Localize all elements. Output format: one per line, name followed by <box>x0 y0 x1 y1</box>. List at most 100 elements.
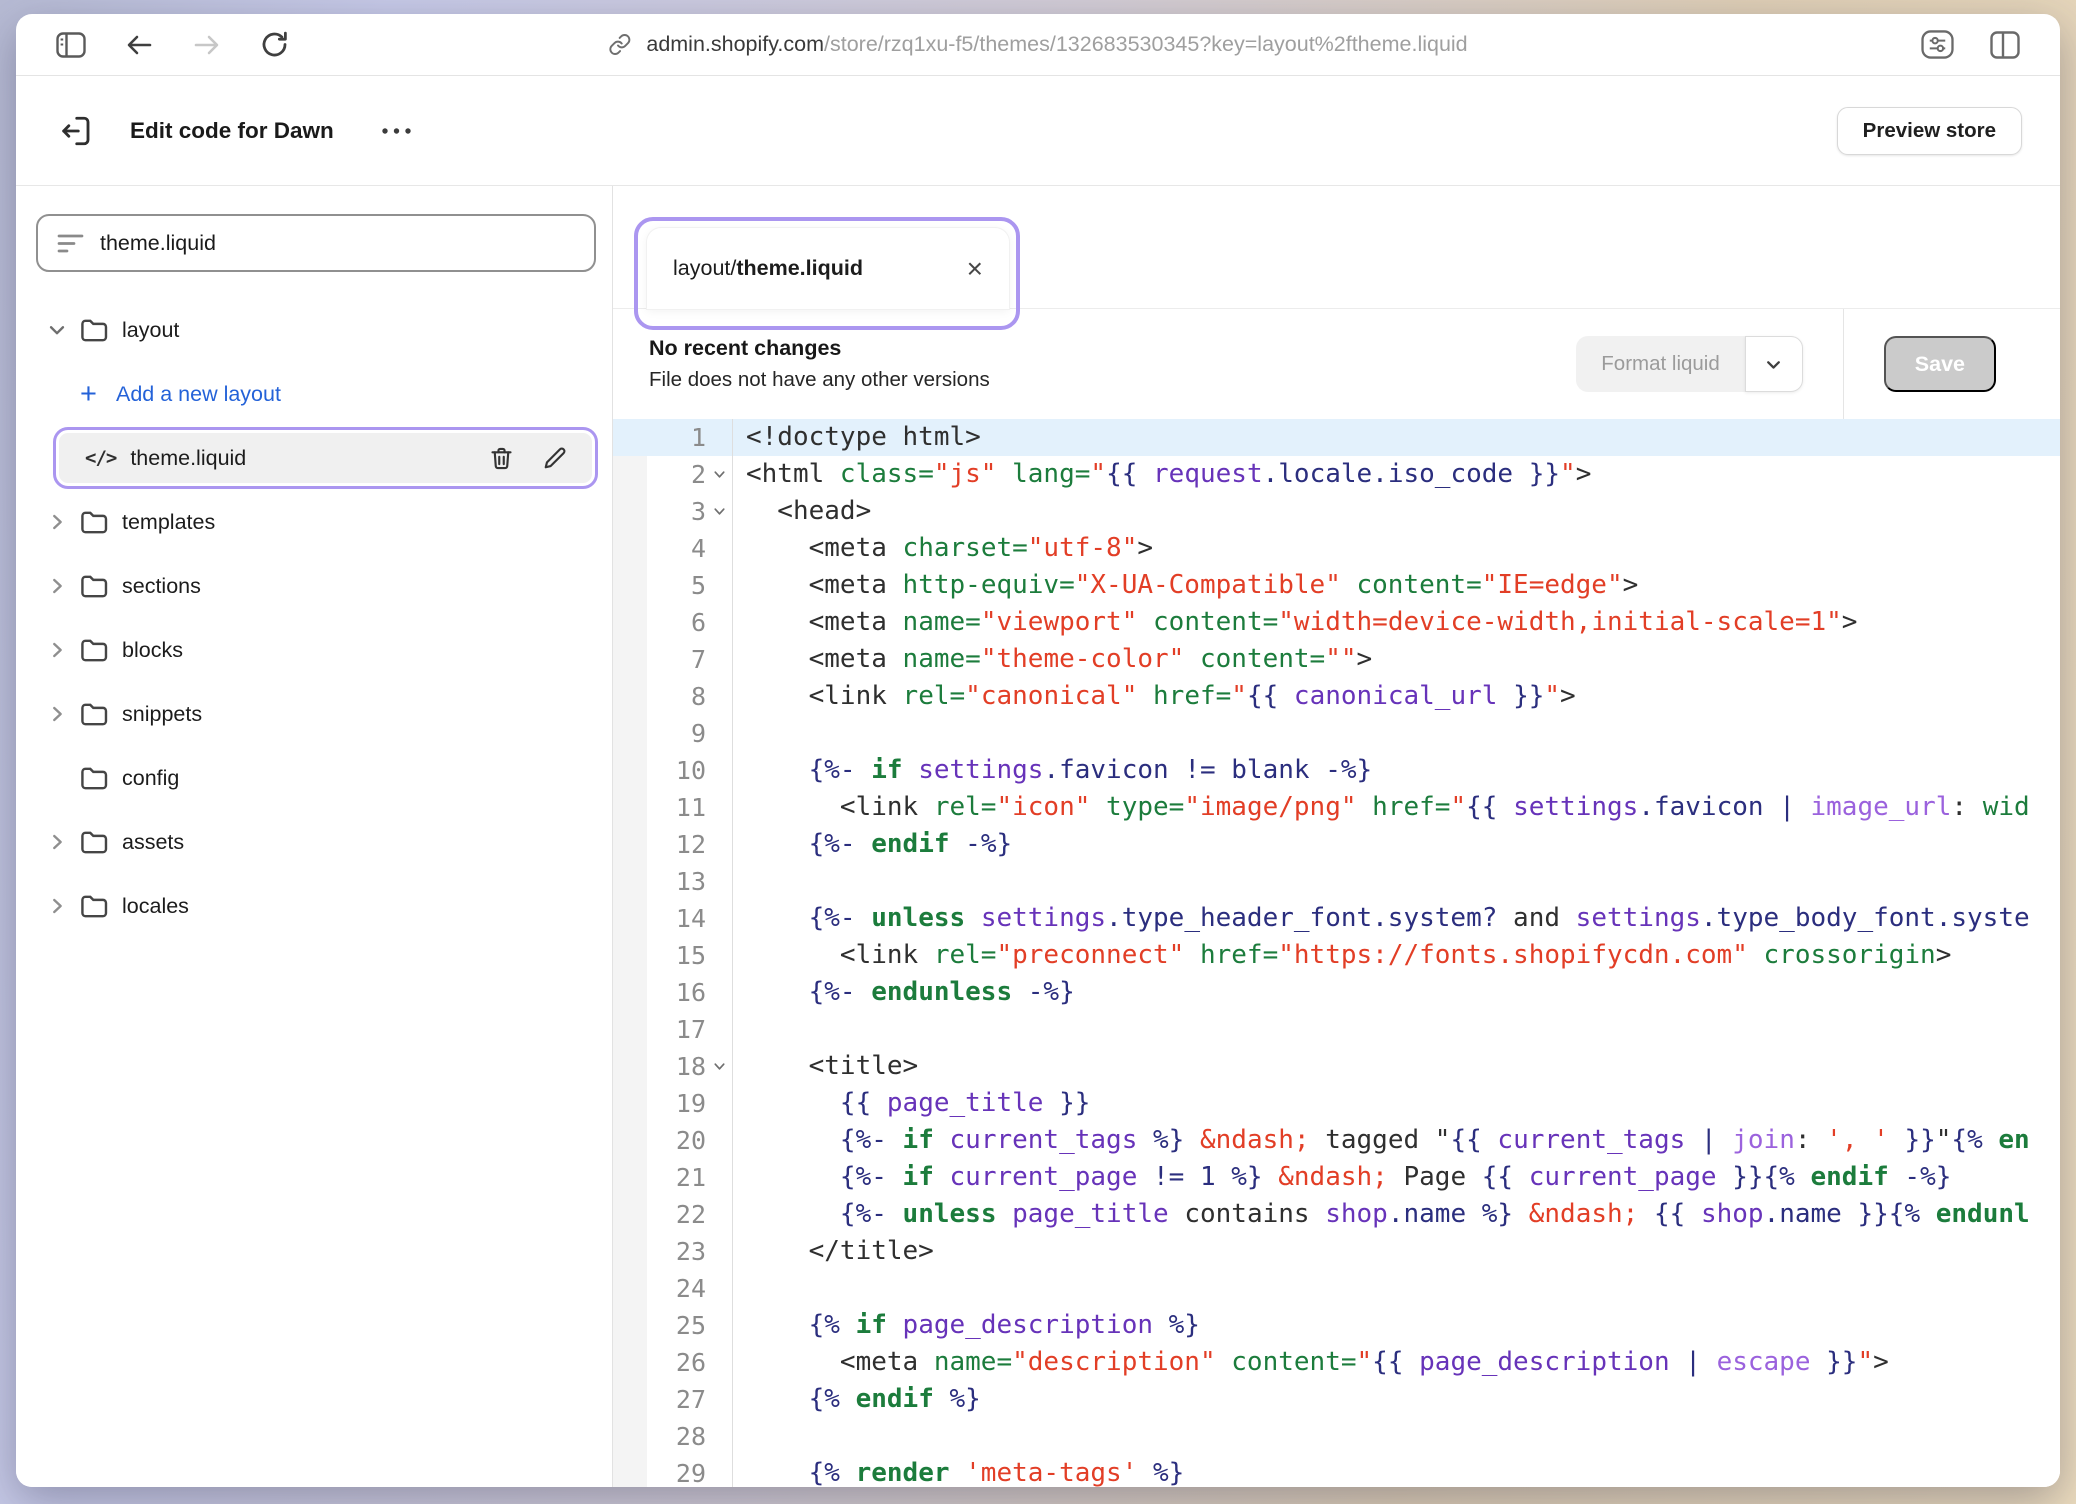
code-line-19[interactable]: 19 {{ page_title }} <box>613 1085 2060 1122</box>
code-line-22[interactable]: 22 {%- unless page_title contains shop.n… <box>613 1196 2060 1233</box>
close-tab-icon[interactable]: × <box>967 255 983 283</box>
sidebar-toggle-icon[interactable] <box>56 32 86 58</box>
line-number: 15 <box>647 937 706 974</box>
code-line-9[interactable]: 9 <box>613 715 2060 752</box>
chevron-right-icon[interactable] <box>46 703 80 725</box>
code-line-28[interactable]: 28 <box>613 1418 2060 1455</box>
format-liquid-button[interactable]: Format liquid <box>1576 336 1745 392</box>
exit-editor-icon[interactable] <box>58 113 94 149</box>
code-text: {{ page_title }} <box>733 1085 1090 1122</box>
split-view-icon[interactable] <box>1990 31 2020 59</box>
code-line-27[interactable]: 27 {% endif %} <box>613 1381 2060 1418</box>
gutter-margin <box>613 1270 647 1307</box>
code-line-5[interactable]: 5 <meta http-equiv="X-UA-Compatible" con… <box>613 567 2060 604</box>
chevron-right-icon[interactable] <box>46 511 80 533</box>
fold-spacer <box>706 1159 733 1196</box>
code-editor[interactable]: 1<!doctype html>2<html class="js" lang="… <box>613 419 2060 1487</box>
sidebar-item-locales[interactable]: locales <box>16 874 612 938</box>
file-search-box[interactable] <box>36 214 596 272</box>
sidebar-item-snippets[interactable]: snippets <box>16 682 612 746</box>
code-line-20[interactable]: 20 {%- if current_tags %} &ndash; tagged… <box>613 1122 2060 1159</box>
code-line-6[interactable]: 6 <meta name="viewport" content="width=d… <box>613 604 2060 641</box>
code-line-12[interactable]: 12 {%- endif -%} <box>613 826 2060 863</box>
delete-file-icon[interactable] <box>488 445 515 472</box>
sidebar-item-layout[interactable]: layout <box>16 298 612 362</box>
sidebar-item-config[interactable]: config <box>16 746 612 810</box>
code-line-25[interactable]: 25 {% if page_description %} <box>613 1307 2060 1344</box>
tab-path-prefix: layout/ <box>673 256 736 281</box>
code-text <box>733 1270 746 1307</box>
fold-toggle-icon[interactable] <box>706 1048 733 1085</box>
sidebar-item-sections[interactable]: sections <box>16 554 612 618</box>
search-input[interactable] <box>100 231 575 256</box>
preview-store-button[interactable]: Preview store <box>1837 107 2022 155</box>
forward-icon[interactable] <box>192 32 222 58</box>
code-line-8[interactable]: 8 <link rel="canonical" href="{{ canonic… <box>613 678 2060 715</box>
code-line-4[interactable]: 4 <meta charset="utf-8"> <box>613 530 2060 567</box>
code-text: {%- if current_page != 1 %} &ndash; Page… <box>733 1159 1951 1196</box>
line-number: 5 <box>647 567 706 604</box>
code-line-29[interactable]: 29 {% render 'meta-tags' %} <box>613 1455 2060 1487</box>
fold-toggle-icon[interactable] <box>706 493 733 530</box>
code-line-21[interactable]: 21 {%- if current_page != 1 %} &ndash; P… <box>613 1159 2060 1196</box>
gutter-margin <box>613 456 647 493</box>
rename-file-icon[interactable] <box>541 445 568 472</box>
fold-spacer <box>706 567 733 604</box>
folder-icon <box>80 638 122 663</box>
code-line-26[interactable]: 26 <meta name="description" content="{{ … <box>613 1344 2060 1381</box>
format-dropdown-button[interactable] <box>1745 336 1803 392</box>
more-options-icon[interactable] <box>380 126 414 136</box>
code-line-10[interactable]: 10 {%- if settings.favicon != blank -%} <box>613 752 2060 789</box>
code-line-17[interactable]: 17 <box>613 1011 2060 1048</box>
line-number: 1 <box>647 419 706 456</box>
code-text: <head> <box>733 493 871 530</box>
url-text: admin.shopify.com/store/rzq1xu-f5/themes… <box>646 32 1467 57</box>
gutter-margin <box>613 1196 647 1233</box>
url-bar[interactable]: admin.shopify.com/store/rzq1xu-f5/themes… <box>608 32 1467 57</box>
chevron-right-icon[interactable] <box>46 639 80 661</box>
sidebar-item-label: theme.liquid <box>130 446 246 471</box>
sidebar-item-label: assets <box>122 830 184 855</box>
code-line-13[interactable]: 13 <box>613 863 2060 900</box>
code-line-16[interactable]: 16 {%- endunless -%} <box>613 974 2060 1011</box>
filter-icon <box>57 233 84 254</box>
fold-spacer <box>706 863 733 900</box>
fold-spacer <box>706 419 733 456</box>
tab-layout-theme-liquid[interactable]: layout/theme.liquid × <box>647 228 1009 309</box>
chevron-right-icon[interactable] <box>46 831 80 853</box>
chevron-down-icon[interactable] <box>46 319 80 341</box>
save-button[interactable]: Save <box>1884 336 1996 392</box>
back-icon[interactable] <box>124 32 154 58</box>
chevron-right-icon[interactable] <box>46 575 80 597</box>
code-line-11[interactable]: 11 <link rel="icon" type="image/png" hre… <box>613 789 2060 826</box>
line-number: 4 <box>647 530 706 567</box>
sidebar-item-theme-liquid[interactable]: </>theme.liquid <box>53 427 598 489</box>
sidebar-item-templates[interactable]: templates <box>16 490 612 554</box>
folder-icon <box>80 510 122 535</box>
line-number: 22 <box>647 1196 706 1233</box>
fold-spacer <box>706 1270 733 1307</box>
chevron-right-icon[interactable] <box>46 895 80 917</box>
code-line-15[interactable]: 15 <link rel="preconnect" href="https://… <box>613 937 2060 974</box>
sidebar-item-blocks[interactable]: blocks <box>16 618 612 682</box>
code-line-18[interactable]: 18 <title> <box>613 1048 2060 1085</box>
gutter-margin <box>613 715 647 752</box>
sidebar-item-assets[interactable]: assets <box>16 810 612 874</box>
reload-icon[interactable] <box>260 30 289 59</box>
page-settings-icon[interactable] <box>1921 30 1954 59</box>
fold-toggle-icon[interactable] <box>706 456 733 493</box>
sidebar-item-label: templates <box>122 510 215 535</box>
code-line-1[interactable]: 1<!doctype html> <box>613 419 2060 456</box>
code-line-7[interactable]: 7 <meta name="theme-color" content=""> <box>613 641 2060 678</box>
code-text: <link rel="preconnect" href="https://fon… <box>733 937 1951 974</box>
code-line-23[interactable]: 23 </title> <box>613 1233 2060 1270</box>
code-line-24[interactable]: 24 <box>613 1270 2060 1307</box>
code-text <box>733 1011 746 1048</box>
code-line-3[interactable]: 3 <head> <box>613 493 2060 530</box>
gutter-margin <box>613 567 647 604</box>
line-number: 23 <box>647 1233 706 1270</box>
code-line-2[interactable]: 2<html class="js" lang="{{ request.local… <box>613 456 2060 493</box>
folder-icon <box>80 574 122 599</box>
code-line-14[interactable]: 14 {%- unless settings.type_header_font.… <box>613 900 2060 937</box>
sidebar-item-add-new-layout[interactable]: +Add a new layout <box>16 362 612 426</box>
